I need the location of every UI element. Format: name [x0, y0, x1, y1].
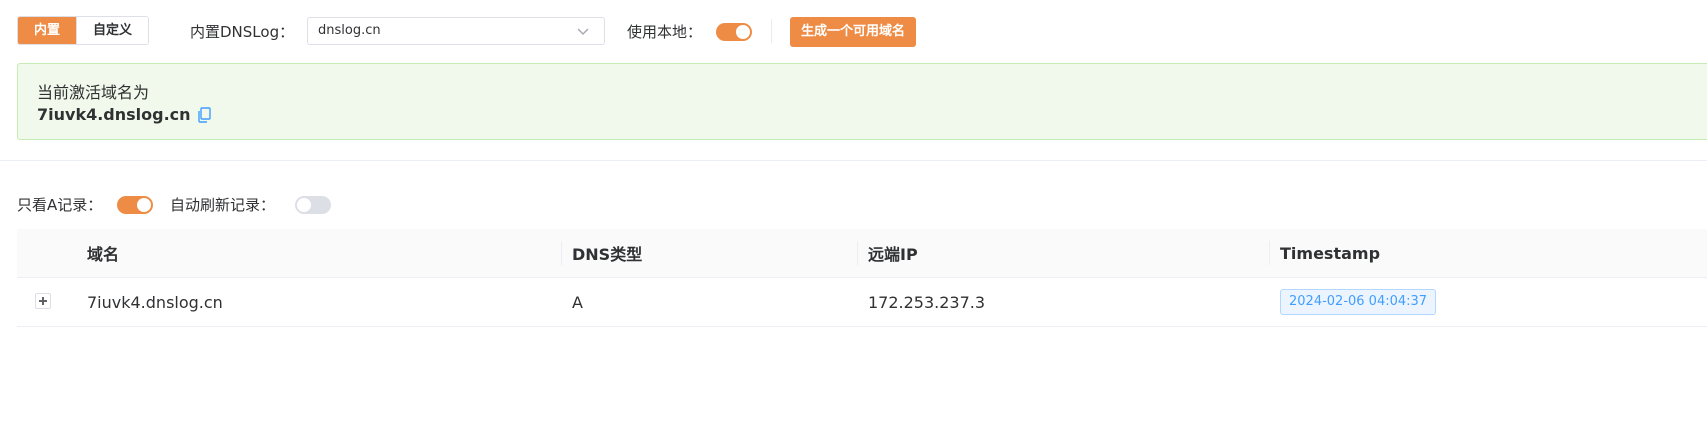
dnslog-select[interactable]: dnslog.cn — [307, 17, 605, 45]
records-table: 域名 DNS类型 远端IP Timestamp 7iuvk4.dnslog.cn… — [17, 229, 1707, 327]
column-separator — [1269, 241, 1270, 265]
switch-knob — [736, 25, 750, 39]
active-domain-text: 7iuvk4.dnslog.cn — [37, 105, 191, 124]
column-separator — [561, 241, 562, 265]
header-remote-ip: 远端IP — [868, 245, 918, 264]
cell-dns-type: A — [572, 292, 583, 312]
header-timestamp: Timestamp — [1280, 243, 1381, 263]
dnslog-select-value: dnslog.cn — [318, 23, 381, 38]
header-domain: 域名 — [87, 245, 120, 264]
timestamp-tag: 2024-02-06 04:04:37 — [1280, 289, 1437, 315]
only-a-switch[interactable] — [117, 196, 153, 214]
mode-segmented-control: 内置 自定义 — [17, 16, 150, 45]
active-domain-alert: 当前激活域名为 7iuvk4.dnslog.cn — [17, 63, 1707, 140]
switch-knob — [137, 198, 151, 212]
dnslog-label: 内置DNSLog： — [190, 23, 295, 41]
cell-timestamp: 2024-02-06 04:04:37 — [1280, 278, 1437, 326]
auto-refresh-label: 自动刷新记录： — [170, 196, 276, 214]
cell-remote-ip: 172.253.237.3 — [868, 292, 986, 312]
use-local-label: 使用本地： — [627, 23, 703, 41]
switch-knob — [297, 198, 311, 212]
auto-refresh-switch[interactable] — [295, 196, 331, 214]
copy-icon[interactable] — [197, 106, 211, 123]
active-domain: 7iuvk4.dnslog.cn — [37, 105, 211, 124]
cell-domain: 7iuvk4.dnslog.cn — [87, 292, 223, 312]
section-divider — [0, 160, 1707, 161]
toolbar-divider — [771, 19, 772, 43]
use-local-switch[interactable] — [716, 23, 752, 41]
table-row: 7iuvk4.dnslog.cn A 172.253.237.3 2024-02… — [17, 278, 1707, 327]
chevron-down-icon — [577, 28, 589, 36]
table-header: 域名 DNS类型 远端IP Timestamp — [17, 229, 1707, 278]
only-a-label: 只看A记录： — [17, 196, 103, 214]
header-dns-type: DNS类型 — [572, 245, 643, 264]
tab-custom[interactable]: 自定义 — [76, 17, 149, 44]
generate-domain-button[interactable]: 生成一个可用域名 — [790, 17, 917, 47]
tab-builtin[interactable]: 内置 — [18, 17, 77, 44]
column-separator — [857, 241, 858, 265]
alert-title: 当前激活域名为 — [37, 83, 150, 102]
expand-row-icon[interactable] — [35, 293, 51, 309]
